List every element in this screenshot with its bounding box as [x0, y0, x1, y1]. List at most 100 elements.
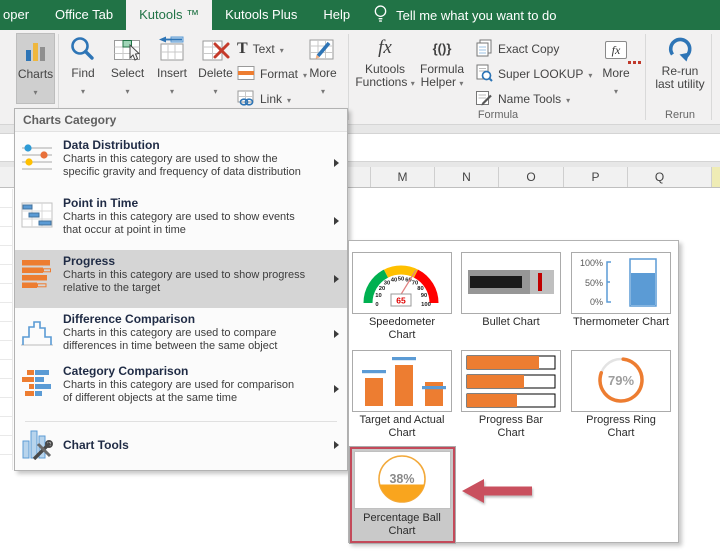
- chevron-down-icon: [287, 92, 291, 106]
- gauge-tick-label: 100: [421, 302, 431, 308]
- select-button[interactable]: Select: [105, 33, 150, 104]
- group-label-formula: Formula: [477, 109, 519, 121]
- chevron-down-icon: [566, 92, 570, 106]
- ring-value: 79%: [608, 373, 634, 388]
- progress-ring-chart-item[interactable]: 79%: [571, 350, 671, 412]
- formula-helper-button[interactable]: Formula Helper: [416, 33, 468, 104]
- name-tools-button[interactable]: Name Tools: [475, 87, 570, 111]
- chart-tools-icon: [21, 428, 55, 463]
- column-header-m[interactable]: M: [370, 167, 434, 187]
- menu-item-desc: that occur at point in time: [63, 224, 186, 236]
- menu-item-point-in-time[interactable]: Point in Time Charts in this category ar…: [15, 192, 347, 250]
- search-icon: [68, 33, 98, 67]
- tab-help[interactable]: Help: [310, 0, 363, 30]
- tell-me-box[interactable]: Tell me what you want to do: [363, 0, 566, 30]
- axis-label: 50%: [585, 278, 603, 288]
- tab-office-tab[interactable]: Office Tab: [42, 0, 126, 30]
- column-header-partial[interactable]: [711, 167, 720, 187]
- chart-item-label[interactable]: Target and Actual Chart: [354, 414, 450, 440]
- menu-item-progress[interactable]: Progress Charts in this category are use…: [15, 250, 347, 308]
- chevron-down-icon: [411, 76, 415, 90]
- chart-item-label[interactable]: Speedometer Chart: [362, 316, 442, 342]
- gauge-tick-label: 50: [398, 277, 404, 283]
- submenu-arrow-icon: [334, 385, 339, 393]
- submenu-arrow-icon: [334, 217, 339, 225]
- delete-cells-icon: [201, 33, 231, 67]
- group-separator: [348, 34, 349, 120]
- format-menu-button[interactable]: Format: [237, 62, 307, 86]
- menu-separator: [25, 421, 337, 422]
- percentage-ball-chart-preview: 38%: [378, 455, 426, 503]
- gauge-tick-label: 80: [417, 286, 423, 292]
- find-button[interactable]: Find: [62, 33, 104, 104]
- gauge-tick-label: 20: [379, 286, 385, 292]
- lightbulb-icon: [373, 3, 388, 28]
- progress-icon: [21, 257, 55, 308]
- chart-item-label[interactable]: Thermometer Chart: [567, 316, 675, 329]
- text-menu-button[interactable]: Text: [237, 37, 284, 61]
- text-label: Text: [252, 42, 275, 56]
- target-and-actual-chart-item[interactable]: [352, 350, 452, 412]
- super-lookup-label: Super LOOKUP: [498, 67, 584, 81]
- exact-copy-button[interactable]: Exact Copy: [475, 37, 559, 61]
- chevron-down-icon: [33, 84, 37, 98]
- exact-copy-label: Exact Copy: [498, 42, 560, 56]
- progress-bar-chart-item[interactable]: [461, 350, 561, 412]
- select-label: Select: [110, 66, 145, 80]
- column-header-o[interactable]: O: [498, 167, 563, 187]
- charts-button[interactable]: Charts: [16, 33, 55, 104]
- group-separator: [711, 34, 712, 120]
- more-editing-button[interactable]: More: [302, 33, 344, 104]
- redo-arrow-icon: [665, 33, 695, 65]
- percentage-ball-chart-item-selected[interactable]: 38% Percentage Ball Chart: [350, 447, 455, 543]
- menu-item-desc: Charts in this category are used to show…: [63, 211, 295, 223]
- submenu-arrow-icon: [334, 330, 339, 338]
- tab-kutools[interactable]: Kutools ™: [126, 0, 213, 30]
- column-header-p[interactable]: P: [563, 167, 627, 187]
- fx-icon: [378, 33, 392, 63]
- more-formula-label: More: [602, 66, 630, 80]
- menu-item-title: Category Comparison: [63, 364, 189, 378]
- submenu-arrow-icon: [334, 275, 339, 283]
- gauge-tick-label: 10: [375, 293, 381, 299]
- name-tools-label: Name Tools: [498, 92, 562, 106]
- link-label: Link: [260, 92, 283, 106]
- speedometer-chart-item[interactable]: 0 10 20 30 40 50 60 70 80 90 100 65: [352, 252, 452, 314]
- chart-item-label[interactable]: Percentage Ball Chart: [359, 512, 445, 538]
- menu-item-desc: specific gravity and frequency of data d…: [63, 166, 301, 178]
- rerun-last-utility-button[interactable]: Re-run last utility: [650, 33, 710, 104]
- difference-comparison-icon: [21, 315, 55, 360]
- menu-item-data-distribution[interactable]: Data Distribution Charts in this categor…: [15, 134, 347, 192]
- charts-icon: [23, 34, 49, 68]
- column-header-n[interactable]: N: [434, 167, 498, 187]
- menu-item-desc: Charts in this category are used to show…: [63, 153, 278, 165]
- data-distribution-icon: [21, 141, 55, 192]
- chevron-down-icon: [81, 83, 85, 97]
- rerun-label-2: last utility: [655, 77, 705, 91]
- tab-kutools-plus[interactable]: Kutools Plus: [212, 0, 310, 30]
- menu-item-difference-comparison[interactable]: Difference Comparison Charts in this cat…: [15, 308, 347, 360]
- chart-item-label[interactable]: Bullet Chart: [457, 316, 565, 329]
- delete-label: Delete: [198, 66, 233, 80]
- super-lookup-button[interactable]: Super LOOKUP: [475, 62, 592, 86]
- grid-pencil-icon: [308, 33, 338, 67]
- insert-button[interactable]: Insert: [150, 33, 194, 104]
- bullet-chart-item[interactable]: [461, 252, 561, 314]
- menu-item-category-comparison[interactable]: Category Comparison Charts in this categ…: [15, 360, 347, 418]
- axis-label: 0%: [590, 297, 603, 307]
- chart-item-label[interactable]: Progress Ring Chart: [579, 414, 663, 440]
- menu-item-title: Point in Time: [63, 196, 139, 210]
- select-cells-icon: [113, 33, 143, 67]
- more-formula-button[interactable]: More: [595, 33, 637, 104]
- chevron-down-icon: [280, 42, 284, 56]
- column-header-q[interactable]: Q: [627, 167, 691, 187]
- menu-header: Charts Category: [15, 109, 347, 132]
- thermometer-chart-item[interactable]: 100% 50% 0%: [571, 252, 671, 314]
- delete-button[interactable]: Delete: [193, 33, 238, 104]
- kutools-functions-button[interactable]: Kutools Functions: [355, 33, 415, 104]
- menu-item-chart-tools[interactable]: Chart Tools: [15, 424, 347, 466]
- target-actual-chart-preview: [362, 357, 446, 406]
- insert-label: Insert: [156, 66, 187, 80]
- chart-item-label[interactable]: Progress Bar Chart: [471, 414, 551, 440]
- tab-developer-partial[interactable]: oper: [0, 0, 42, 30]
